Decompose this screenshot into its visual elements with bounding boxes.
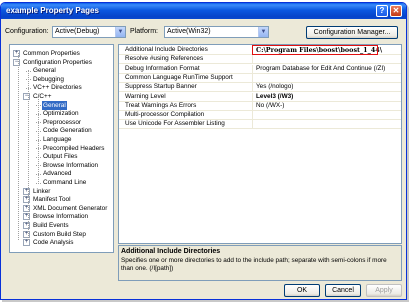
property-row[interactable]: Use Unicode For Assembler Listing xyxy=(119,120,401,130)
expand-icon[interactable]: + xyxy=(23,239,30,247)
property-name: Warning Level xyxy=(119,92,253,102)
platform-label: Platform: xyxy=(130,28,159,35)
description-text: Specifies one or more directories to add… xyxy=(121,257,387,272)
property-row[interactable]: Suppress Startup Banner Yes (/nologo) xyxy=(119,83,401,93)
property-pages-window: example Property Pages ? ✕ Configuration… xyxy=(0,2,407,300)
highlight-annotation xyxy=(252,45,378,55)
title-bar[interactable]: example Property Pages ? ✕ xyxy=(1,3,406,19)
chevron-down-icon: ▼ xyxy=(115,27,125,37)
property-grid[interactable]: Additional Include Directories C:\Program… xyxy=(118,44,402,244)
chevron-down-icon: ▼ xyxy=(258,27,268,37)
tree-connector xyxy=(18,53,19,240)
property-name: Common Language RunTime Support xyxy=(119,73,253,83)
description-title: Additional Include Directories xyxy=(121,248,221,255)
window-title: example Property Pages xyxy=(6,6,99,15)
property-name: Treat Warnings As Errors xyxy=(119,101,253,111)
property-row[interactable]: Treat Warnings As Errors No (/WX-) xyxy=(119,101,401,111)
configuration-label: Configuration: xyxy=(5,28,49,35)
property-row[interactable]: Warning Level Level3 (/W3) xyxy=(119,92,401,102)
property-tree[interactable]: Common Properties + Configuration Properti… xyxy=(9,44,114,253)
property-value[interactable]: Yes (/nologo) xyxy=(254,83,401,92)
cancel-button[interactable]: Cancel xyxy=(325,284,361,297)
help-button[interactable]: ? xyxy=(376,5,388,17)
tree-connector xyxy=(38,97,39,182)
property-value[interactable] xyxy=(254,111,401,120)
property-name: Use Unicode For Assembler Listing xyxy=(119,120,253,130)
property-value[interactable]: Program Database for Edit And Continue (… xyxy=(254,65,401,74)
configuration-manager-button[interactable]: Configuration Manager... xyxy=(306,26,398,39)
property-name: Multi-processor Compilation xyxy=(119,111,253,121)
help-icon: ? xyxy=(379,6,385,15)
description-panel: Additional Include Directories Specifies… xyxy=(118,245,402,281)
property-name: Resolve #using References xyxy=(119,55,253,65)
close-button[interactable]: ✕ xyxy=(390,5,402,17)
property-name: Additional Include Directories xyxy=(119,46,253,55)
tree-connector xyxy=(28,70,29,240)
property-row[interactable]: Resolve #using References xyxy=(119,55,401,65)
tree-connector xyxy=(36,182,41,184)
tree-item-label: Code Analysis xyxy=(33,239,74,247)
platform-select[interactable]: Active(Win32) ▼ xyxy=(164,26,269,38)
property-value[interactable] xyxy=(254,55,401,64)
property-value[interactable]: No (/WX-) xyxy=(254,102,401,111)
tree-item[interactable]: Code Analysis xyxy=(32,238,75,247)
configuration-select[interactable]: Active(Debug) ▼ xyxy=(52,26,126,38)
configuration-value: Active(Debug) xyxy=(55,28,100,35)
property-row[interactable]: Debug Information Format Program Database… xyxy=(119,64,401,74)
property-row[interactable]: Multi-processor Compilation xyxy=(119,111,401,121)
property-value[interactable] xyxy=(254,120,401,129)
platform-value: Active(Win32) xyxy=(167,28,211,35)
ok-button[interactable]: OK xyxy=(284,284,320,297)
property-name: Suppress Startup Banner xyxy=(119,83,253,93)
property-name: Debug Information Format xyxy=(119,64,253,74)
property-value[interactable] xyxy=(254,74,401,83)
property-value[interactable]: Level3 (/W3) xyxy=(254,93,401,102)
close-icon: ✕ xyxy=(392,6,400,15)
property-row[interactable]: Common Language RunTime Support xyxy=(119,73,401,83)
apply-button[interactable]: Apply xyxy=(366,284,402,297)
